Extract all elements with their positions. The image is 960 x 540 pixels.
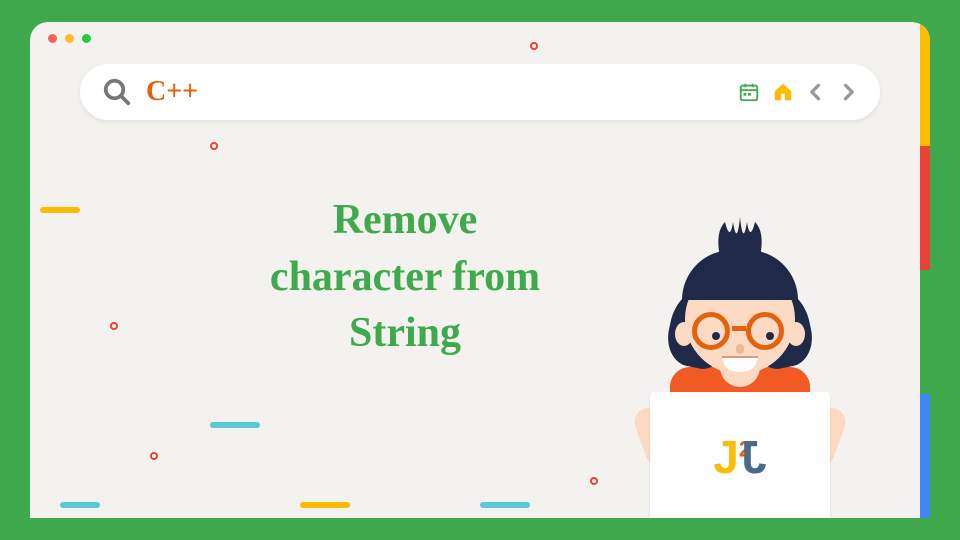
deco-circle	[150, 452, 158, 460]
logo-j2: J	[741, 430, 767, 484]
glasses-bridge	[732, 326, 746, 331]
hair-bun	[715, 212, 765, 262]
deco-circle	[110, 322, 118, 330]
calendar-icon[interactable]	[738, 81, 760, 103]
lens-right	[746, 312, 784, 350]
page-title: Remove character from String	[190, 192, 620, 362]
logo: J2J	[650, 430, 830, 484]
title-line-3: String	[190, 305, 620, 362]
chevron-left-icon[interactable]	[806, 81, 826, 103]
pupil-right	[766, 332, 774, 340]
minimize-dot[interactable]	[65, 34, 74, 43]
title-line-2: character from	[190, 249, 620, 306]
pupil-left	[712, 332, 720, 340]
browser-window: C++ Remove character from String	[30, 22, 930, 518]
title-line-1: Remove	[190, 192, 620, 249]
deco-dash	[210, 422, 260, 428]
home-icon[interactable]	[772, 81, 794, 103]
deco-circle	[530, 42, 538, 50]
maximize-dot[interactable]	[82, 34, 91, 43]
lens-left	[692, 312, 730, 350]
logo-j1: J	[713, 431, 739, 483]
deco-dash	[40, 207, 80, 213]
nose	[736, 344, 744, 354]
deco-circle	[210, 142, 218, 150]
search-icon	[102, 77, 132, 107]
deco-dash	[300, 502, 350, 508]
stripe-blue	[920, 394, 930, 518]
search-query: C++	[146, 76, 738, 108]
stripe-red	[920, 146, 930, 270]
laptop: J2J	[650, 392, 830, 518]
stripe-yellow	[920, 22, 930, 146]
search-bar[interactable]: C++	[80, 64, 880, 120]
person-illustration: J2J	[610, 212, 870, 518]
toolbar-icons	[738, 81, 858, 103]
stripe-green	[920, 270, 930, 394]
window-controls	[48, 34, 91, 43]
deco-dash	[60, 502, 100, 508]
deco-dash	[480, 502, 530, 508]
deco-circle	[590, 477, 598, 485]
close-dot[interactable]	[48, 34, 57, 43]
chevron-right-icon[interactable]	[838, 81, 858, 103]
